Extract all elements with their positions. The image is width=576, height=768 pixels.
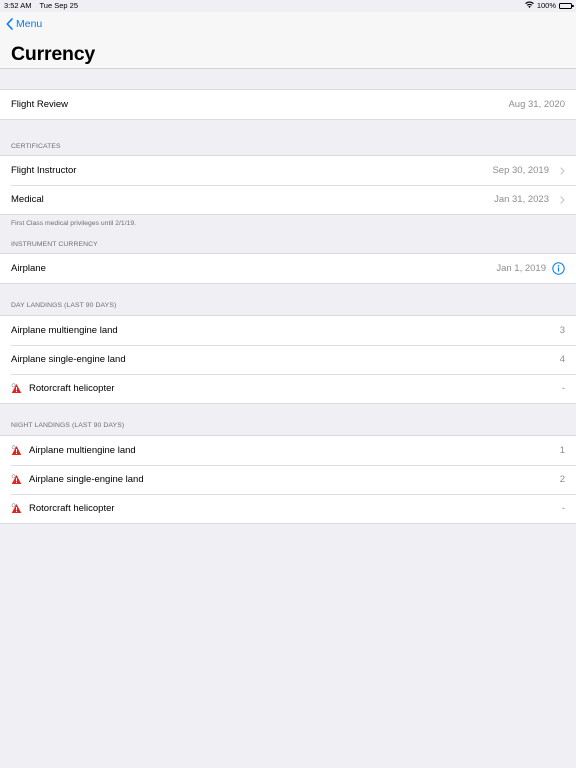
row-value: 1 <box>559 445 565 456</box>
battery-percent: 100% <box>536 1 556 10</box>
chevron-right-icon <box>553 195 565 204</box>
section-header-night-landings: NIGHT LANDINGS (LAST 90 DAYS) <box>11 422 125 429</box>
flight-review-row[interactable]: Flight Review Aug 31, 2020 <box>0 90 576 119</box>
row-value: - <box>561 503 565 514</box>
section-header-certificates: CERTIFICATES <box>11 143 61 150</box>
row-label: Airplane multiengine land <box>11 325 118 336</box>
row-label: Medical <box>11 194 44 205</box>
row-value: Jan 1, 2019 <box>496 263 546 274</box>
row-label: Rotorcraft helicopter <box>29 383 115 394</box>
day-multiengine-row[interactable]: Airplane multiengine land 3 <box>0 316 576 345</box>
row-value: 2 <box>559 474 565 485</box>
row-value: Jan 31, 2023 <box>494 194 549 205</box>
night-multiengine-row[interactable]: Airplane multiengine land 1 <box>0 436 576 465</box>
day-rotorcraft-row[interactable]: Rotorcraft helicopter - <box>0 374 576 403</box>
status-bar: 3:52 AM Tue Sep 25 100% <box>0 0 576 12</box>
day-landings-group: Airplane multiengine land 3 Airplane sin… <box>0 315 576 404</box>
navigation-bar: Menu Currency <box>0 12 576 69</box>
battery-icon <box>559 2 574 9</box>
certificates-group: Flight Instructor Sep 30, 2019 Medical J… <box>0 155 576 215</box>
section-footer-certificates: First Class medical privileges until 2/1… <box>11 220 137 227</box>
wifi-icon <box>525 1 534 10</box>
flight-review-group: Flight Review Aug 31, 2020 <box>0 89 576 120</box>
night-landings-group: Airplane multiengine land 1 Airplane sin… <box>0 435 576 524</box>
medical-row[interactable]: Medical Jan 31, 2023 <box>0 185 576 214</box>
status-time: 3:52 AM <box>4 1 32 10</box>
row-value: 3 <box>559 325 565 336</box>
row-label: Airplane multiengine land <box>29 445 136 456</box>
warning-icon <box>11 445 22 456</box>
chevron-right-icon <box>553 166 565 175</box>
row-value: 4 <box>559 354 565 365</box>
row-label: Flight Review <box>11 99 69 110</box>
page-title: Currency <box>11 43 96 65</box>
back-button-label: Menu <box>16 18 43 30</box>
row-value: - <box>561 383 565 394</box>
row-value: Aug 31, 2020 <box>508 99 565 110</box>
instrument-airplane-row[interactable]: Airplane Jan 1, 2019 <box>0 254 576 283</box>
warning-icon <box>11 474 22 485</box>
back-button[interactable]: Menu <box>6 18 42 30</box>
row-label: Rotorcraft helicopter <box>29 503 115 514</box>
row-label: Flight Instructor <box>11 165 77 176</box>
row-label: Airplane <box>11 263 46 274</box>
section-header-day-landings: DAY LANDINGS (LAST 90 DAYS) <box>11 302 117 309</box>
row-label: Airplane single-engine land <box>11 354 126 365</box>
status-date: Tue Sep 25 <box>39 1 78 10</box>
warning-icon <box>11 503 22 514</box>
day-single-engine-row[interactable]: Airplane single-engine land 4 <box>0 345 576 374</box>
warning-icon <box>11 383 22 394</box>
instrument-group: Airplane Jan 1, 2019 <box>0 253 576 284</box>
night-single-engine-row[interactable]: Airplane single-engine land 2 <box>0 465 576 494</box>
info-icon[interactable] <box>552 262 565 275</box>
row-value: Sep 30, 2019 <box>492 165 549 176</box>
chevron-left-icon <box>6 18 13 30</box>
flight-instructor-row[interactable]: Flight Instructor Sep 30, 2019 <box>0 156 576 185</box>
night-rotorcraft-row[interactable]: Rotorcraft helicopter - <box>0 494 576 523</box>
section-header-instrument: INSTRUMENT CURRENCY <box>11 241 98 248</box>
row-label: Airplane single-engine land <box>29 474 144 485</box>
